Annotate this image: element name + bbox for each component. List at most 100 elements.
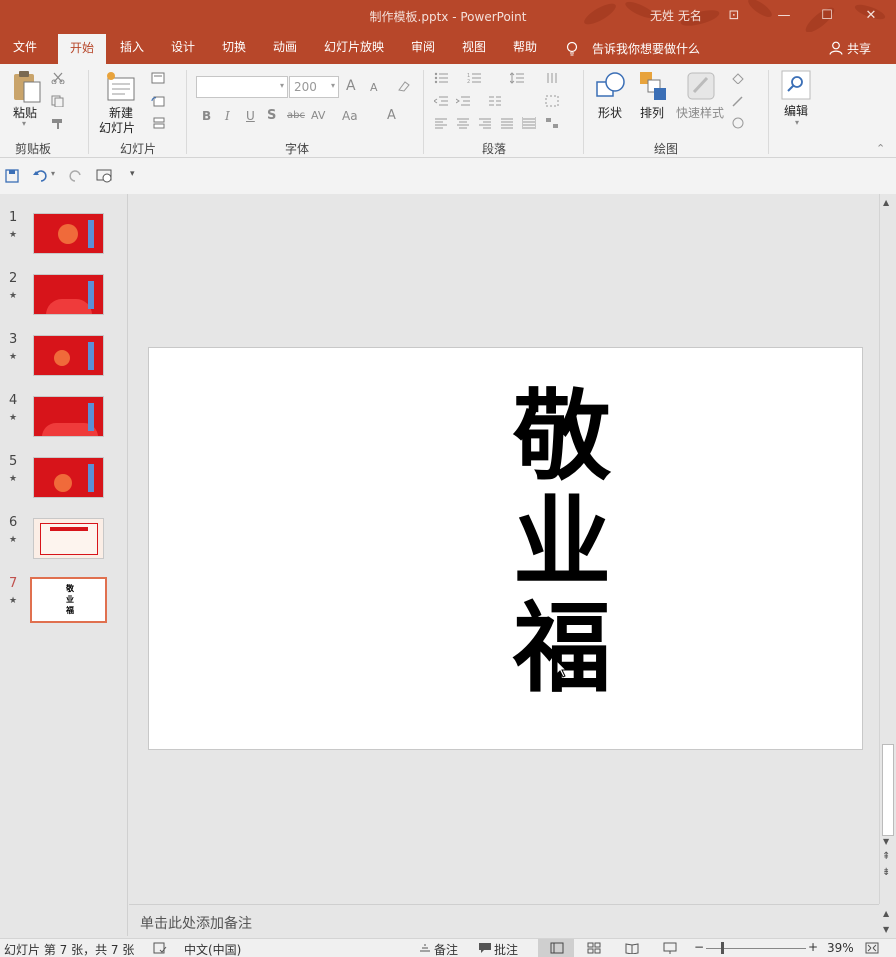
notes-scroll-down-icon[interactable]: ▼ (883, 925, 889, 934)
bold-button[interactable]: B (202, 109, 211, 123)
customize-qat-icon[interactable]: ▾ (130, 169, 135, 179)
slide-char-ye[interactable]: 业 (512, 493, 612, 593)
tab-view[interactable]: 视图 (454, 32, 494, 64)
scroll-up-icon[interactable]: ▲ (883, 198, 889, 207)
section-icon[interactable] (151, 117, 165, 129)
cut-icon[interactable] (51, 72, 65, 84)
minimize-button[interactable]: — (774, 6, 794, 26)
spell-check-icon[interactable] (153, 942, 167, 954)
quick-styles-icon[interactable] (685, 70, 717, 102)
paste-icon[interactable] (10, 70, 44, 106)
slide-char-fu[interactable]: 福 (512, 599, 612, 699)
increase-indent-icon[interactable] (456, 95, 470, 107)
notes-icon[interactable] (419, 943, 431, 954)
share-button[interactable]: 共享 (847, 40, 871, 57)
shapes-button-label[interactable]: 形状 (598, 104, 622, 121)
save-icon[interactable] (5, 169, 19, 183)
font-color-button[interactable]: A (387, 108, 396, 123)
clear-formatting-icon[interactable] (397, 80, 411, 92)
shape-outline-icon[interactable] (731, 95, 745, 107)
zoom-out-button[interactable]: − (694, 940, 704, 954)
zoom-in-button[interactable]: + (808, 940, 818, 954)
previous-slide-icon[interactable]: ⇞ (882, 851, 890, 862)
layout-icon[interactable] (151, 72, 165, 84)
new-slide-icon[interactable] (105, 70, 137, 104)
shape-effects-icon[interactable] (731, 117, 745, 129)
arrange-button-label[interactable]: 排列 (640, 104, 664, 121)
slide-thumbnail-3[interactable] (33, 335, 104, 376)
normal-view-button[interactable] (538, 939, 574, 957)
reading-view-icon[interactable] (625, 942, 639, 954)
new-slide-label-2[interactable]: 幻灯片 (99, 119, 135, 136)
font-name-box[interactable]: ▾ (196, 76, 288, 98)
tab-home[interactable]: 开始 (58, 34, 106, 64)
collapse-ribbon-icon[interactable]: ⌃ (876, 142, 885, 155)
align-text-icon[interactable] (545, 95, 559, 107)
tab-help[interactable]: 帮助 (505, 32, 545, 64)
zoom-level[interactable]: 39% (827, 941, 854, 955)
strikethrough-button[interactable]: abc (287, 110, 305, 121)
next-slide-icon[interactable]: ⇟ (882, 867, 890, 878)
char-spacing-button[interactable]: AV (311, 109, 325, 122)
slide-thumbnail-5[interactable] (33, 457, 104, 498)
slide-thumbnail-4[interactable] (33, 396, 104, 437)
align-right-icon[interactable] (478, 117, 492, 129)
numbering-icon[interactable]: 12 (467, 72, 481, 84)
user-name[interactable]: 无姓 无名 (650, 7, 702, 24)
grow-font-icon[interactable]: A (346, 78, 356, 94)
shadow-button[interactable]: S (267, 108, 276, 123)
scroll-thumb[interactable] (882, 744, 894, 836)
zoom-slider-thumb[interactable] (721, 942, 724, 954)
text-direction-icon[interactable] (545, 72, 559, 84)
tab-slideshow[interactable]: 幻灯片放映 (318, 32, 390, 64)
undo-dropdown-icon[interactable]: ▾ (51, 169, 55, 178)
close-button[interactable]: ✕ (861, 6, 881, 26)
slide-thumbnail-2[interactable] (33, 274, 104, 315)
tab-animations[interactable]: 动画 (265, 32, 305, 64)
paste-dropdown-icon[interactable]: ▾ (22, 119, 26, 128)
tab-insert[interactable]: 插入 (112, 32, 152, 64)
comments-icon[interactable] (478, 942, 492, 954)
from-beginning-icon[interactable] (96, 169, 114, 183)
font-size-box[interactable]: 200 ▾ (289, 76, 339, 98)
language-status[interactable]: 中文(中国) (184, 941, 241, 957)
editing-button-label[interactable]: 编辑 (784, 102, 808, 119)
distributed-icon[interactable] (522, 117, 536, 129)
align-left-icon[interactable] (434, 117, 448, 129)
tab-review[interactable]: 审阅 (403, 32, 443, 64)
tab-transitions[interactable]: 切换 (214, 32, 254, 64)
notes-pane[interactable]: 单击此处添加备注 ▲ ▼ (129, 904, 889, 936)
bullets-icon[interactable] (434, 72, 448, 84)
tab-file[interactable]: 文件 (6, 32, 44, 64)
editing-dropdown-icon[interactable]: ▾ (795, 118, 799, 127)
current-slide[interactable] (148, 347, 863, 750)
notes-scroll-up-icon[interactable]: ▲ (883, 909, 889, 918)
scroll-down-icon[interactable]: ▼ (883, 837, 889, 846)
maximize-button[interactable]: ☐ (817, 6, 837, 26)
notes-toggle[interactable]: 备注 (434, 941, 458, 957)
arrange-icon[interactable] (638, 70, 668, 102)
smartart-icon[interactable] (545, 117, 559, 129)
change-case-button[interactable]: Aa (342, 109, 358, 123)
vertical-scrollbar[interactable]: ▲ ▼ ⇞ ⇟ (879, 194, 896, 904)
columns-icon[interactable] (488, 95, 502, 107)
fit-to-window-icon[interactable] (865, 942, 879, 954)
tell-me-search[interactable]: 告诉我你想要做什么 (592, 40, 700, 57)
align-center-icon[interactable] (456, 117, 470, 129)
slide-thumbnail-1[interactable] (33, 213, 104, 254)
line-spacing-icon[interactable] (510, 72, 524, 84)
copy-icon[interactable] (51, 95, 65, 107)
shrink-font-icon[interactable]: A (370, 81, 378, 94)
slide-thumbnail-7[interactable]: 敬业福 (30, 577, 107, 623)
underline-button[interactable]: U (246, 109, 255, 123)
slide-sorter-icon[interactable] (587, 942, 601, 954)
slide-char-jing[interactable]: 敬 (512, 387, 612, 487)
notes-placeholder[interactable]: 单击此处添加备注 (140, 913, 252, 933)
slideshow-view-icon[interactable] (663, 942, 677, 954)
ribbon-options-button[interactable]: ⊡ (724, 6, 744, 26)
format-painter-icon[interactable] (51, 117, 65, 129)
slide-thumbnail-6[interactable] (33, 518, 104, 559)
quick-styles-label[interactable]: 快速样式 (676, 104, 724, 121)
shape-fill-icon[interactable] (731, 72, 745, 84)
decrease-indent-icon[interactable] (434, 95, 448, 107)
